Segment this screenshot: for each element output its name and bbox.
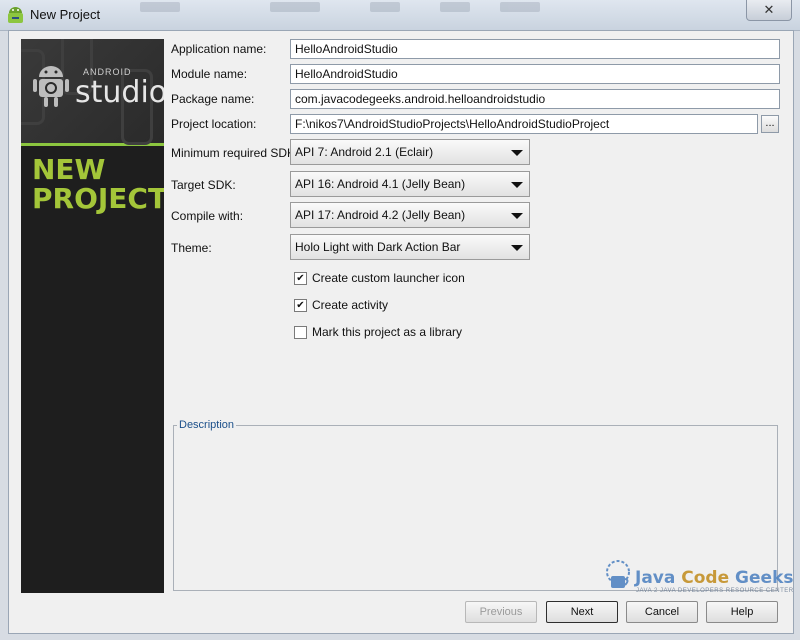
wizard-sidebar: ANDROID studio NEW PROJECT — [21, 39, 164, 593]
min-sdk-value: API 7: Android 2.1 (Eclair) — [295, 145, 434, 159]
android-robot-logo — [33, 66, 69, 107]
package-name-label: Package name: — [171, 92, 255, 106]
android-studio-app-icon — [8, 7, 23, 23]
browse-location-button[interactable]: ... — [761, 115, 779, 133]
target-sdk-dropdown[interactable]: API 16: Android 4.1 (Jelly Bean) — [290, 171, 530, 197]
theme-label: Theme: — [171, 241, 212, 255]
cancel-button[interactable]: Cancel — [626, 601, 698, 623]
window-title: New Project — [30, 7, 101, 22]
chevron-down-icon — [511, 213, 523, 219]
compile-with-label: Compile with: — [171, 209, 244, 223]
library-checkbox[interactable] — [294, 325, 307, 339]
app-name-field[interactable]: HelloAndroidStudio — [290, 39, 780, 59]
module-name-field[interactable]: HelloAndroidStudio — [290, 64, 780, 84]
studio-banner: ANDROID studio — [21, 39, 164, 146]
brand-studio-label: studio — [75, 75, 164, 110]
theme-dropdown[interactable]: Holo Light with Dark Action Bar — [290, 234, 530, 260]
target-sdk-value: API 16: Android 4.1 (Jelly Bean) — [295, 177, 466, 191]
create-activity-label: Create activity — [312, 298, 389, 312]
library-option[interactable]: Mark this project as a library — [294, 325, 462, 339]
title-bar: New Project ✕ — [0, 0, 800, 31]
app-name-label: Application name: — [171, 42, 267, 56]
close-window-button[interactable]: ✕ — [746, 0, 792, 21]
target-sdk-label: Target SDK: — [171, 178, 236, 192]
library-label: Mark this project as a library — [312, 325, 463, 339]
close-icon: ✕ — [763, 2, 775, 17]
custom-launcher-icon-checkbox[interactable]: ✔ — [294, 271, 307, 285]
project-location-label: Project location: — [171, 117, 257, 131]
custom-launcher-icon-label: Create custom launcher icon — [312, 271, 465, 285]
help-button[interactable]: Help — [706, 601, 778, 623]
create-activity-option[interactable]: ✔ Create activity — [294, 298, 388, 312]
description-legend: Description — [177, 419, 237, 431]
project-location-field[interactable]: F:\nikos7\AndroidStudioProjects\HelloAnd… — [290, 114, 758, 134]
previous-button[interactable]: Previous — [465, 601, 537, 623]
next-button[interactable]: Next — [546, 601, 618, 623]
chevron-down-icon — [511, 150, 523, 156]
create-activity-checkbox[interactable]: ✔ — [294, 298, 307, 312]
background-toolbar — [120, 0, 680, 30]
package-name-field[interactable]: com.javacodegeeks.android.helloandroidst… — [290, 89, 780, 109]
new-project-dialog: ANDROID studio NEW PROJECT Application n… — [8, 30, 794, 634]
new-project-heading: NEW PROJECT — [32, 153, 164, 215]
module-name-label: Module name: — [171, 67, 248, 81]
min-sdk-dropdown[interactable]: API 7: Android 2.1 (Eclair) — [290, 139, 530, 165]
theme-value: Holo Light with Dark Action Bar — [295, 240, 461, 254]
compile-with-value: API 17: Android 4.2 (Jelly Bean) — [295, 208, 466, 222]
compile-with-dropdown[interactable]: API 17: Android 4.2 (Jelly Bean) — [290, 202, 530, 228]
min-sdk-label: Minimum required SDK: — [171, 146, 299, 160]
custom-launcher-icon-option[interactable]: ✔ Create custom launcher icon — [294, 271, 465, 285]
chevron-down-icon — [511, 182, 523, 188]
description-panel — [173, 425, 778, 591]
chevron-down-icon — [511, 245, 523, 251]
